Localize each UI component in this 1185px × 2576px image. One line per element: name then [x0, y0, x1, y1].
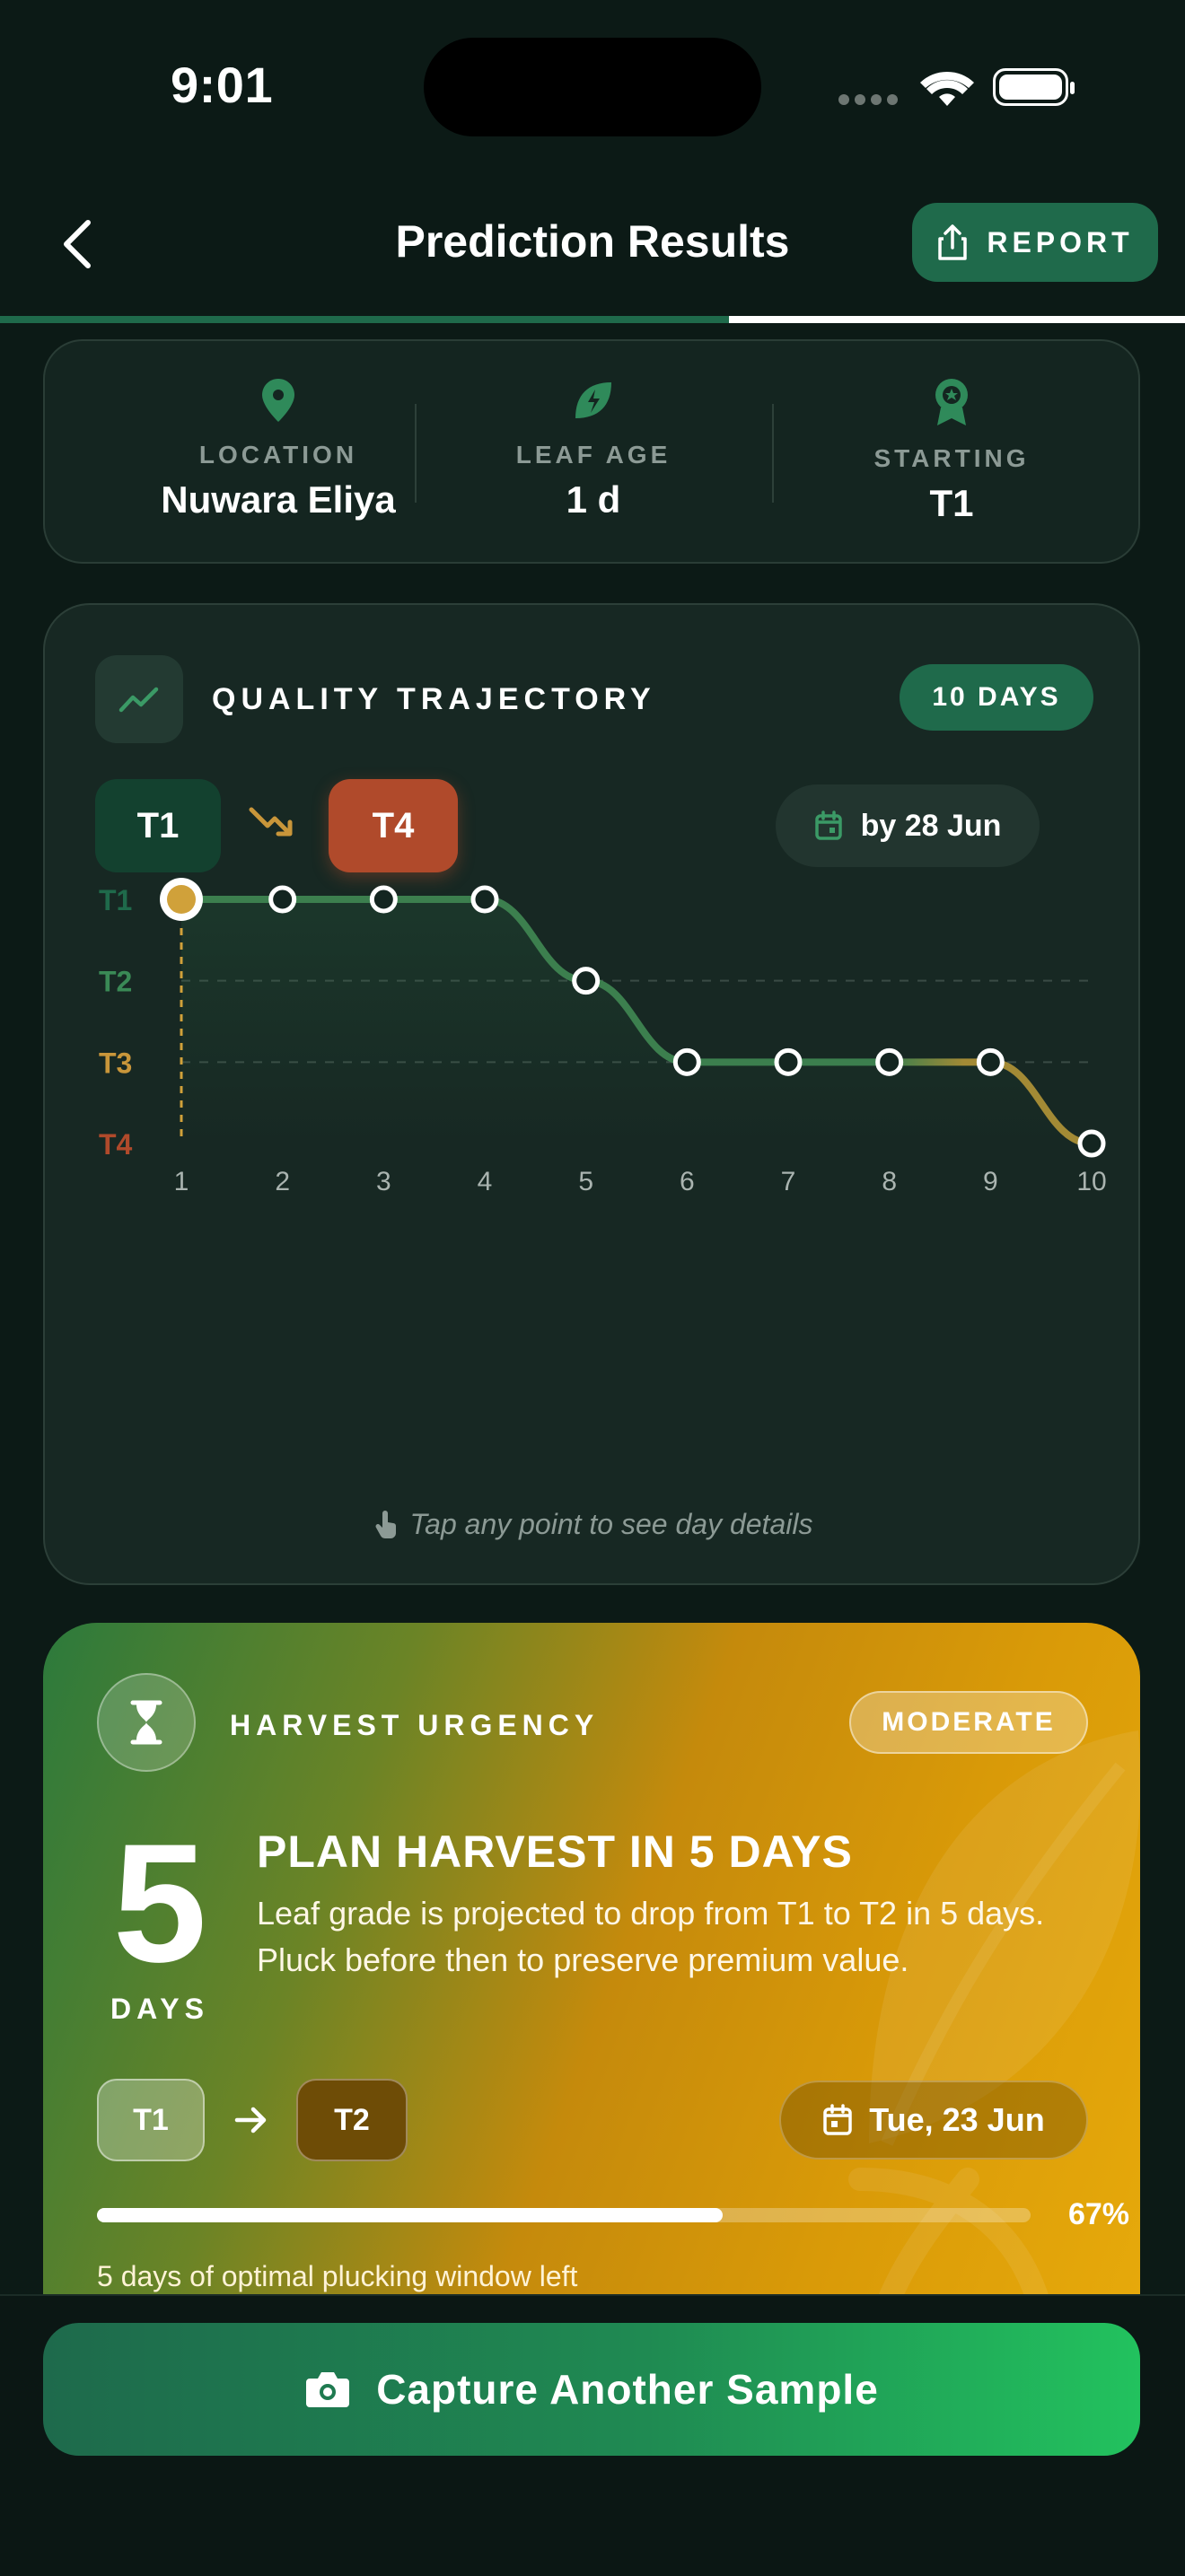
dynamic-island	[424, 38, 761, 136]
wifi-icon	[919, 65, 975, 114]
trending-up-icon	[118, 687, 159, 713]
plucking-window-caption: 5 days of optimal plucking window left	[97, 2260, 578, 2292]
location-label: LOCATION	[198, 441, 358, 469]
plan-description: Leaf grade is projected to drop from T1 …	[257, 1895, 1045, 1978]
location-column: LOCATION Nuwara Eliya	[99, 377, 458, 521]
quality-trajectory-card: QUALITY TRAJECTORY 10 DAYS T1 T4 by 28 J…	[43, 603, 1140, 1585]
y-tick-label: T1	[99, 884, 132, 916]
harvest-date: Tue, 23 Jun	[869, 2101, 1045, 2138]
data-point[interactable]	[976, 1047, 1005, 1076]
x-tick-label: 7	[781, 1167, 796, 1196]
report-button[interactable]: REPORT	[912, 203, 1158, 282]
report-label: REPORT	[987, 225, 1134, 258]
harvest-date-pill: Tue, 23 Jun	[779, 2081, 1088, 2160]
days-count: 5	[112, 1809, 207, 1997]
award-badge-icon	[935, 379, 968, 425]
chevron-left-icon	[64, 220, 91, 268]
x-tick-label: 9	[983, 1167, 998, 1196]
starting-label: STARTING	[873, 444, 1030, 472]
trajectory-title: QUALITY TRAJECTORY	[212, 682, 656, 716]
data-point[interactable]	[774, 1047, 803, 1076]
x-tick-label: 4	[478, 1167, 493, 1196]
x-tick-label: 6	[680, 1167, 695, 1196]
days-badge: 10 DAYS	[900, 664, 1093, 731]
camera-icon	[306, 2372, 350, 2407]
y-tick-label: T2	[99, 966, 132, 998]
hourglass-icon	[130, 1700, 162, 1745]
starting-column: STARTING T1	[772, 377, 1131, 525]
location-pin-icon	[262, 379, 294, 422]
data-point[interactable]	[875, 1047, 904, 1076]
urgency-title: HARVEST URGENCY	[230, 1709, 600, 1741]
data-point[interactable]	[369, 885, 398, 914]
data-point[interactable]	[572, 967, 601, 995]
data-point[interactable]	[1077, 1129, 1106, 1158]
hourglass-icon-circle	[97, 1673, 196, 1772]
end-grade-chip: T4	[329, 779, 458, 872]
hand-pointer-icon	[375, 1510, 396, 1538]
sample-info-card: LOCATION Nuwara Eliya LEAF AGE 1 d START…	[43, 339, 1140, 564]
trend-icon-box	[95, 655, 183, 743]
calendar-icon	[814, 810, 842, 840]
tap-hint-label: Tap any point to see day details	[409, 1508, 813, 1540]
capture-label: Capture Another Sample	[376, 2366, 879, 2413]
trending-down-icon	[248, 804, 298, 843]
by-date-label: by 28 Jun	[860, 808, 1002, 843]
x-tick-label: 8	[882, 1167, 897, 1196]
x-tick-label: 2	[275, 1167, 290, 1196]
x-tick-label: 3	[376, 1167, 391, 1196]
starting-value: T1	[929, 482, 974, 524]
battery-icon	[993, 68, 1075, 106]
leaf-bolt-icon	[575, 382, 611, 418]
tap-hint: Tap any point to see day details	[45, 1508, 1138, 1541]
start-grade-chip: T1	[95, 779, 221, 872]
trajectory-chart[interactable]: T1 T2 T3 T4 1 2 3 4 5 6 7 8 9 10	[45, 874, 1140, 1197]
by-date-pill: by 28 Jun	[776, 784, 1040, 867]
y-tick-label: T4	[99, 1128, 133, 1161]
leaf-age-value: 1 d	[566, 478, 621, 521]
next-grade-chip: T2	[296, 2079, 408, 2161]
urgency-level-badge: MODERATE	[849, 1691, 1088, 1754]
x-tick-label: 10	[1076, 1167, 1106, 1196]
page-progress-bar	[0, 316, 1185, 323]
plucking-window-bar	[97, 2208, 1031, 2222]
y-tick-label: T3	[99, 1047, 132, 1079]
data-point[interactable]	[672, 1047, 701, 1076]
x-tick-label: 1	[174, 1167, 189, 1196]
leaf-age-label: LEAF AGE	[515, 441, 672, 469]
location-value: Nuwara Eliya	[161, 478, 396, 521]
calendar-icon	[823, 2104, 853, 2135]
data-point[interactable]	[470, 885, 499, 914]
plan-title: PLAN HARVEST IN 5 DAYS	[257, 1827, 853, 1877]
harvest-urgency-card: HARVEST URGENCY MODERATE 5 DAYS PLAN HAR…	[43, 1623, 1140, 2305]
page-title: Prediction Results	[395, 216, 790, 267]
plucking-window-fill	[97, 2208, 723, 2222]
share-icon	[938, 224, 968, 260]
days-unit: DAYS	[110, 1993, 209, 2025]
current-grade-chip: T1	[97, 2079, 205, 2161]
back-button[interactable]	[50, 208, 104, 280]
selected-data-point[interactable]	[167, 885, 196, 914]
arrow-right-icon	[233, 2104, 269, 2141]
status-time: 9:01	[171, 57, 274, 113]
plucking-window-percent: 67%	[1067, 2197, 1129, 2231]
leaf-age-column: LEAF AGE 1 d	[414, 377, 773, 521]
capture-another-sample-button[interactable]: Capture Another Sample	[43, 2323, 1140, 2456]
x-tick-label: 5	[578, 1167, 593, 1196]
data-point[interactable]	[268, 885, 297, 914]
cellular-signal-icon	[838, 93, 903, 110]
page-progress-fill	[0, 316, 729, 323]
